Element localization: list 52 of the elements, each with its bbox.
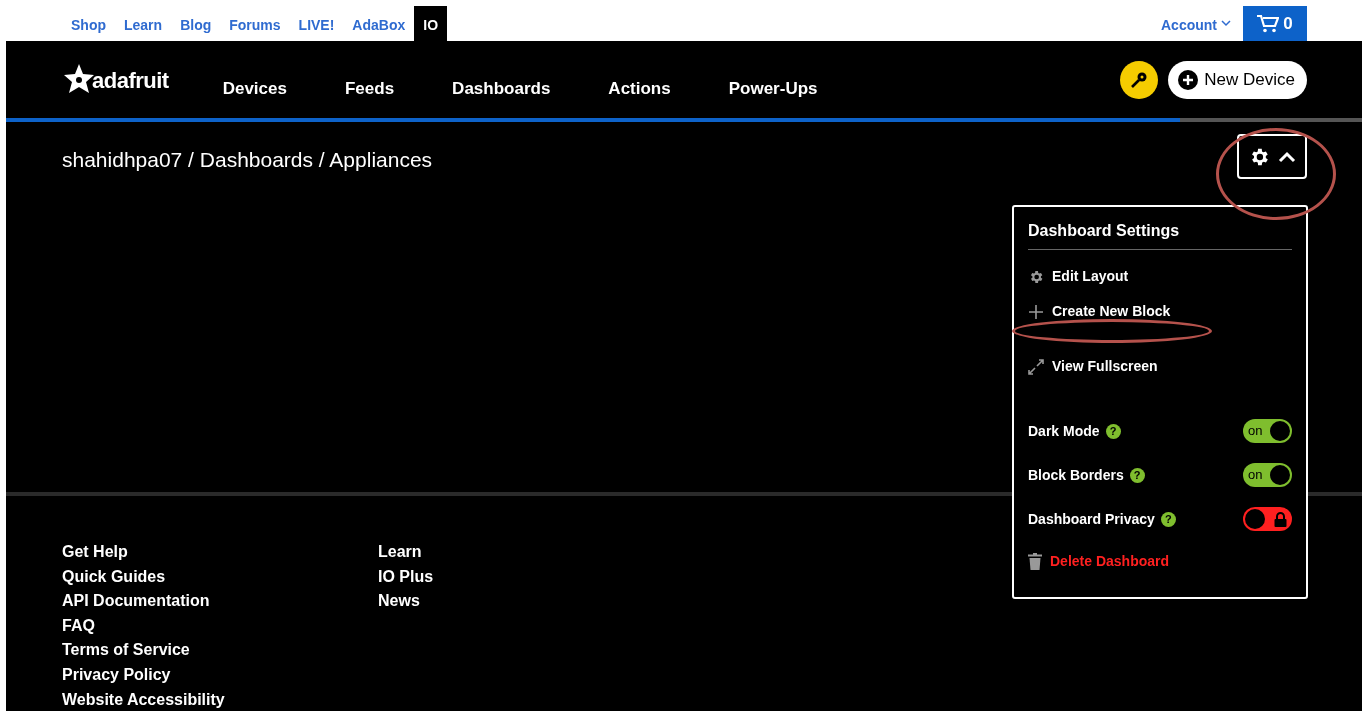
footer-link[interactable]: Learn — [378, 540, 694, 565]
cart-button[interactable]: 0 — [1243, 6, 1307, 41]
delete-dashboard-link[interactable]: Delete Dashboard — [1028, 551, 1292, 572]
toggle-label: Block Borders — [1028, 465, 1124, 485]
trash-icon — [1028, 553, 1042, 570]
help-badge[interactable]: ? — [1105, 423, 1121, 439]
menu-item[interactable]: View Fullscreen — [1028, 356, 1292, 377]
toggle-switch[interactable] — [1243, 507, 1292, 531]
toggle-switch[interactable]: on — [1243, 463, 1292, 487]
top-nav-link[interactable]: Forums — [220, 6, 290, 41]
menu-title: Dashboard Settings — [1028, 219, 1292, 250]
menu-item[interactable]: Create New Block — [1028, 301, 1292, 322]
footer-link[interactable]: IO Plus — [378, 564, 694, 590]
help-badge[interactable]: ? — [1129, 467, 1145, 483]
menu-item[interactable]: Edit Layout — [1028, 266, 1292, 287]
footer-link[interactable]: News — [378, 589, 694, 614]
settings-button[interactable] — [1237, 134, 1307, 179]
nav-link[interactable]: Devices — [222, 57, 287, 102]
top-nav-link[interactable]: Learn — [115, 6, 172, 41]
help-badge[interactable]: ? — [1160, 511, 1176, 527]
expand-icon — [1028, 358, 1044, 375]
top-nav-link[interactable]: Shop — [62, 6, 115, 41]
footer-link[interactable]: API Documentation — [62, 589, 378, 614]
nav-link[interactable]: Feeds — [344, 57, 395, 102]
top-nav-link[interactable]: LIVE! — [289, 6, 344, 41]
cart-icon — [1257, 14, 1280, 33]
top-nav-link[interactable]: IO — [414, 6, 448, 41]
new-device-button[interactable]: New Device — [1168, 60, 1307, 99]
footer-link[interactable]: Privacy Policy — [62, 662, 378, 688]
footer-link[interactable]: Terms of Service — [62, 638, 378, 663]
toggle-label: Dark Mode — [1028, 421, 1100, 441]
footer-link[interactable]: FAQ — [62, 613, 378, 639]
gear-icon — [1028, 268, 1044, 285]
lock-icon — [1274, 511, 1287, 527]
footer-link[interactable]: Website Accessibility — [62, 687, 378, 711]
nav-link[interactable]: Power-Ups — [728, 57, 818, 102]
chevron-up-icon — [1278, 150, 1296, 163]
account-link[interactable]: Account — [1149, 6, 1243, 41]
top-nav-link[interactable]: Blog — [171, 6, 221, 41]
footer-link[interactable]: Quick Guides — [62, 564, 378, 590]
toggle-switch[interactable]: on — [1243, 419, 1292, 443]
plus-icon — [1028, 303, 1044, 320]
breadcrumb-text: shahidhpa07 / Dashboards / Appliances — [62, 147, 433, 173]
adafruit-logo[interactable]: adafruit — [62, 62, 169, 97]
nav-link[interactable]: Actions — [608, 57, 671, 102]
key-button[interactable] — [1120, 60, 1159, 99]
key-icon — [1130, 70, 1149, 89]
plus-circle-icon — [1178, 69, 1199, 90]
toggle-label: Dashboard Privacy — [1028, 509, 1155, 529]
nav-link[interactable]: Dashboards — [452, 57, 551, 102]
top-nav-link[interactable]: AdaBox — [343, 6, 415, 41]
footer-link[interactable]: Get Help — [62, 540, 378, 565]
